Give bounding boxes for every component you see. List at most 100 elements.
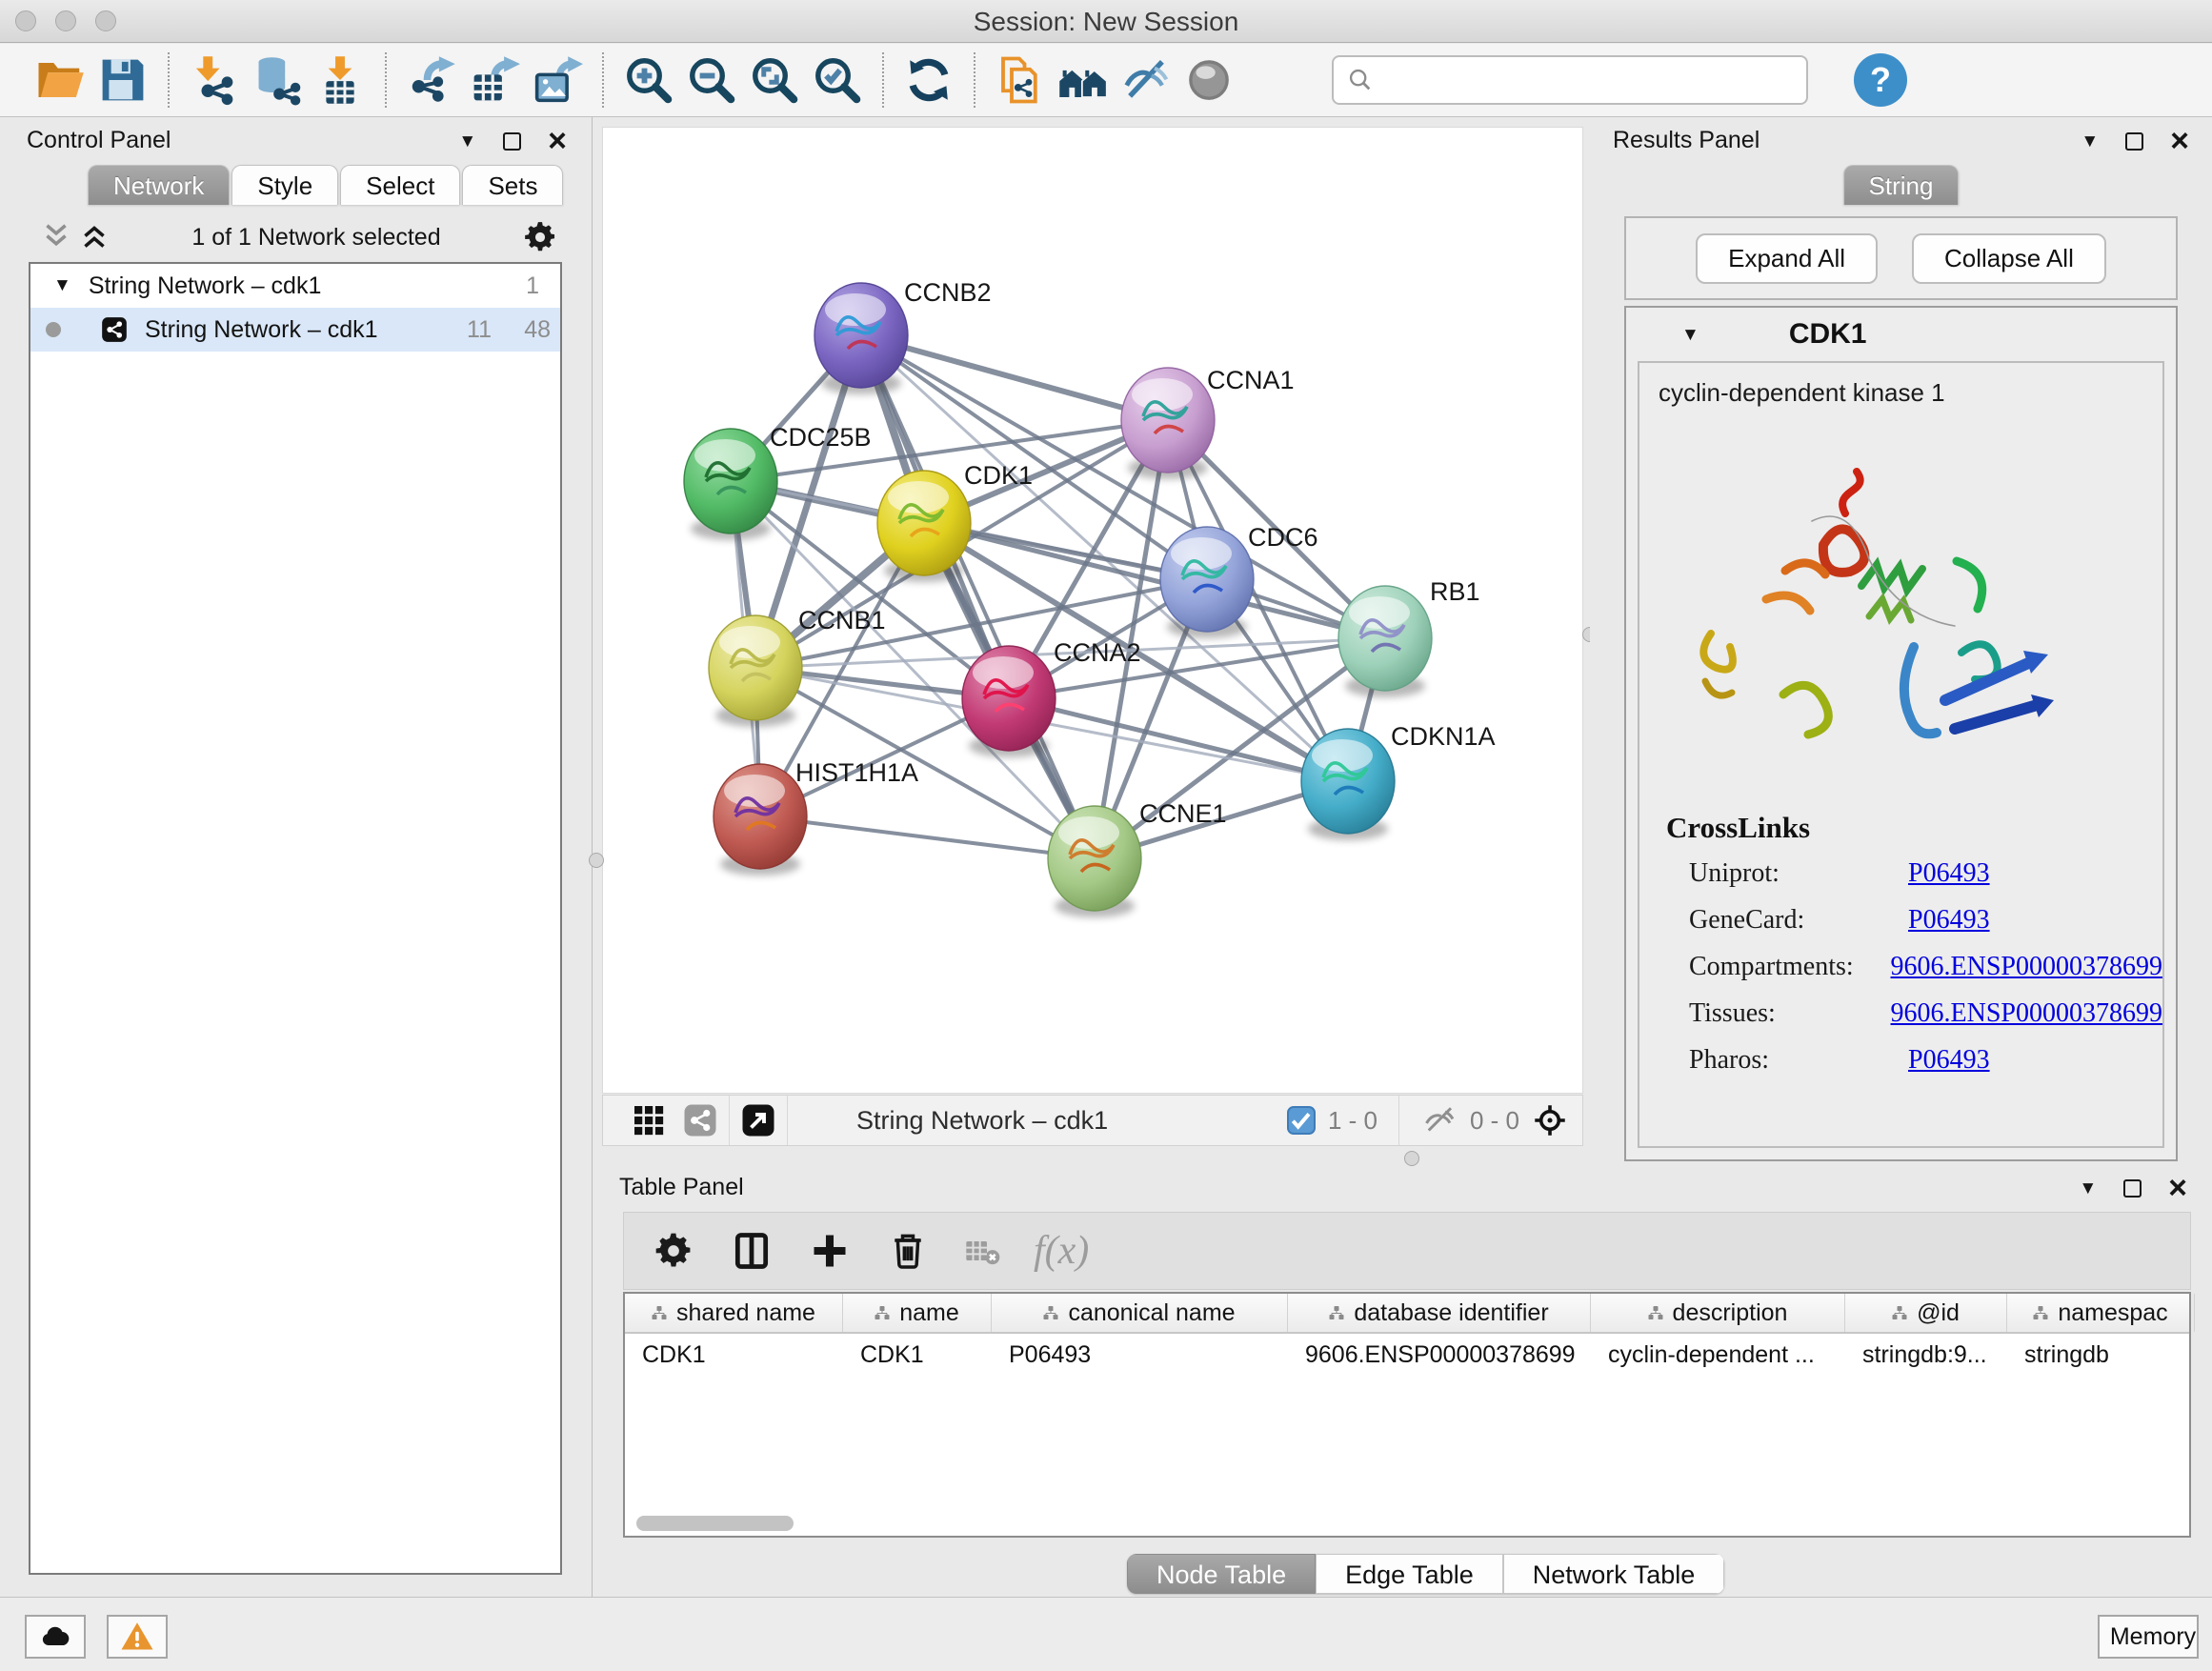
column-type-icon xyxy=(1043,1305,1058,1320)
zoom-out-button[interactable] xyxy=(680,49,743,111)
network-node-CDK1[interactable] xyxy=(877,471,971,582)
tab-node-table[interactable]: Node Table xyxy=(1127,1554,1316,1594)
network-node-CCNE1[interactable] xyxy=(1048,806,1141,917)
selected-checkbox-icon[interactable] xyxy=(1286,1101,1317,1139)
close-window-button[interactable] xyxy=(15,10,36,31)
horizontal-scrollbar-thumb[interactable] xyxy=(636,1516,794,1531)
column-header--id[interactable]: @id xyxy=(1845,1294,2007,1332)
table-cell[interactable]: 9606.ENSP00000378699 xyxy=(1288,1334,1591,1376)
crosslink-link[interactable]: P06493 xyxy=(1908,1045,1990,1076)
network-node-RB1[interactable] xyxy=(1338,586,1432,697)
table-cell[interactable]: cyclin-dependent ... xyxy=(1591,1334,1845,1376)
add-column-icon[interactable] xyxy=(807,1228,853,1274)
tab-style[interactable]: Style xyxy=(231,165,338,205)
column-header-namespac[interactable]: namespac xyxy=(2007,1294,2195,1332)
export-image-button[interactable] xyxy=(526,49,589,111)
column-header-canonical-name[interactable]: canonical name xyxy=(992,1294,1288,1332)
show-columns-icon[interactable] xyxy=(729,1228,774,1274)
network-node-HIST1H1A[interactable] xyxy=(714,764,807,876)
tab-edge-table[interactable]: Edge Table xyxy=(1316,1554,1503,1594)
tab-select[interactable]: Select xyxy=(340,165,460,205)
zoom-in-button[interactable] xyxy=(617,49,680,111)
network-node-CDC6[interactable] xyxy=(1160,527,1254,638)
column-header-description[interactable]: description xyxy=(1591,1294,1845,1332)
table-row[interactable]: CDK1CDK1P064939606.ENSP00000378699cyclin… xyxy=(625,1334,2189,1376)
warnings-button[interactable] xyxy=(107,1615,168,1659)
column-header-name[interactable]: name xyxy=(843,1294,992,1332)
import-network-button[interactable] xyxy=(183,49,246,111)
network-node-CCNA1[interactable] xyxy=(1121,368,1215,479)
network-node-CDKN1A[interactable] xyxy=(1301,729,1395,840)
network-node-CDC25B[interactable] xyxy=(684,429,777,540)
tab-sets[interactable]: Sets xyxy=(462,165,563,205)
open-session-button[interactable] xyxy=(29,49,91,111)
save-session-button[interactable] xyxy=(91,49,154,111)
expand-all-button[interactable]: Expand All xyxy=(1696,233,1878,284)
import-network-from-database-button[interactable] xyxy=(246,49,309,111)
crosslink-link[interactable]: P06493 xyxy=(1908,905,1990,936)
network-canvas[interactable]: CCNB2CCNA1CDC25BCDK1CDC6RB1CCNB1CCNA2CDK… xyxy=(602,127,1583,1094)
maximize-window-button[interactable] xyxy=(95,10,116,31)
table-cell[interactable]: stringdb xyxy=(2007,1334,2195,1376)
network-node-CCNB2[interactable] xyxy=(814,283,908,394)
table-cell[interactable]: P06493 xyxy=(992,1334,1288,1376)
entry-expand-caret[interactable]: ▼ xyxy=(1681,326,1699,344)
network-collection-row[interactable]: ▼ String Network – cdk1 1 xyxy=(30,264,560,308)
export-network-button[interactable] xyxy=(400,49,463,111)
close-panel-icon[interactable]: × xyxy=(548,129,567,154)
panel-menu-caret[interactable]: ▼ xyxy=(458,132,476,151)
delete-column-icon[interactable] xyxy=(885,1228,931,1274)
memory-button[interactable]: Memory xyxy=(2098,1615,2199,1659)
network-row-selected[interactable]: String Network – cdk1 11 48 xyxy=(30,308,560,352)
expand-all-icon[interactable] xyxy=(78,223,111,252)
crosslink-link[interactable]: 9606.ENSP00000378699 xyxy=(1891,952,2162,982)
table-settings-gear-icon[interactable] xyxy=(651,1228,696,1274)
splitter-handle[interactable] xyxy=(1404,1151,1419,1166)
crosslink-link[interactable]: 9606.ENSP00000378699 xyxy=(1891,998,2162,1029)
tab-network-table[interactable]: Network Table xyxy=(1503,1554,1725,1594)
table-cell[interactable]: CDK1 xyxy=(843,1334,992,1376)
collapse-all-icon[interactable] xyxy=(40,223,72,252)
crosslink-link[interactable]: P06493 xyxy=(1908,858,1990,889)
export-table-button[interactable] xyxy=(463,49,526,111)
search-input[interactable] xyxy=(1383,66,1793,95)
zoom-fit-button[interactable] xyxy=(743,49,806,111)
tab-string-results[interactable]: String xyxy=(1843,165,1960,205)
column-header-database-identifier[interactable]: database identifier xyxy=(1288,1294,1591,1332)
float-panel-icon[interactable] xyxy=(2123,1179,2142,1198)
minimize-window-button[interactable] xyxy=(55,10,76,31)
birds-eye-view-icon[interactable] xyxy=(739,1101,777,1139)
column-header-shared-name[interactable]: shared name xyxy=(625,1294,843,1332)
refresh-button[interactable] xyxy=(897,49,960,111)
float-panel-icon[interactable] xyxy=(2125,132,2143,151)
results-panel: Results Panel ▼ × String Expand All Coll… xyxy=(1590,117,2212,1166)
network-edge[interactable] xyxy=(760,816,1095,858)
share-network-file-button[interactable] xyxy=(989,49,1052,111)
cloud-status-button[interactable] xyxy=(25,1615,86,1659)
zoom-selected-button[interactable] xyxy=(806,49,869,111)
close-panel-icon[interactable]: × xyxy=(2170,129,2189,154)
network-node-CCNA2[interactable] xyxy=(962,646,1056,757)
float-panel-icon[interactable] xyxy=(503,132,521,151)
tab-network[interactable]: Network xyxy=(88,165,230,205)
show-graphics-button[interactable] xyxy=(1177,49,1240,111)
close-panel-icon[interactable]: × xyxy=(2168,1176,2187,1201)
crosshair-icon[interactable] xyxy=(1531,1101,1569,1139)
help-button[interactable]: ? xyxy=(1854,53,1907,107)
panel-menu-caret[interactable]: ▼ xyxy=(2081,132,2099,151)
entry-header[interactable]: ▼ CDK1 xyxy=(1626,308,2176,361)
network-node-CCNB1[interactable] xyxy=(709,615,802,727)
tree-expand-caret[interactable]: ▼ xyxy=(53,275,71,296)
collapse-all-button[interactable]: Collapse All xyxy=(1912,233,2106,284)
table-cell[interactable]: stringdb:9... xyxy=(1845,1334,2007,1376)
hide-panel-button[interactable] xyxy=(1115,49,1177,111)
import-table-button[interactable] xyxy=(309,49,372,111)
panel-menu-caret[interactable]: ▼ xyxy=(2079,1179,2097,1198)
hidden-eye-slash-icon[interactable] xyxy=(1420,1101,1458,1139)
gear-icon[interactable] xyxy=(522,219,558,255)
home-networks-button[interactable] xyxy=(1052,49,1115,111)
table-cell[interactable]: CDK1 xyxy=(625,1334,843,1376)
grid-view-icon[interactable] xyxy=(630,1101,668,1139)
string-share-icon[interactable] xyxy=(681,1101,719,1139)
splitter-handle[interactable] xyxy=(589,853,604,868)
